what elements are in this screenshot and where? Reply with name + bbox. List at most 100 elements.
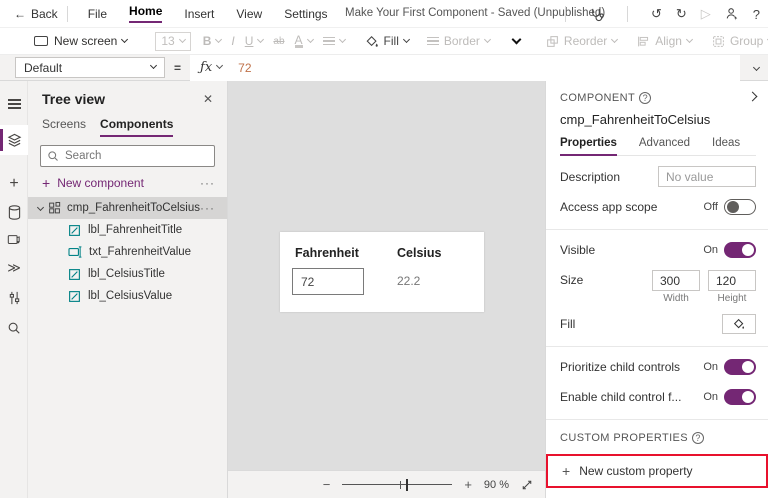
toggle-state-label: Off bbox=[703, 201, 718, 213]
media-icon[interactable] bbox=[0, 225, 28, 255]
redo-icon[interactable]: ↻ bbox=[676, 6, 687, 22]
font-size-select[interactable]: 13 bbox=[155, 31, 191, 51]
menu-settings[interactable]: Settings bbox=[284, 7, 327, 21]
menu-home[interactable]: Home bbox=[129, 4, 163, 23]
fx-button[interactable]: ƒx bbox=[200, 60, 212, 75]
tab-advanced[interactable]: Advanced bbox=[639, 137, 690, 155]
expand-formula-bar-chevron[interactable] bbox=[749, 61, 761, 75]
prioritize-child-controls-toggle[interactable] bbox=[724, 359, 756, 375]
zoom-slider[interactable] bbox=[342, 478, 453, 491]
label-control-icon bbox=[69, 224, 80, 236]
celsius-title-label[interactable]: Celsius bbox=[397, 246, 441, 260]
help-icon[interactable]: ? bbox=[753, 7, 760, 22]
zoom-in-icon[interactable]: + bbox=[464, 477, 472, 492]
power-automate-icon[interactable]: ≫ bbox=[0, 253, 28, 283]
close-icon[interactable]: ✕ bbox=[203, 92, 213, 106]
fill-button[interactable]: Fill bbox=[365, 34, 410, 48]
fill-color-button[interactable] bbox=[722, 314, 756, 334]
fahrenheit-value-input[interactable]: 72 bbox=[292, 268, 364, 295]
canvas[interactable]: Fahrenheit Celsius 72 22.2 − + 90 % bbox=[228, 81, 545, 498]
fahrenheit-title-label[interactable]: Fahrenheit bbox=[295, 246, 359, 260]
tree-item-text: lbl_CelsiusTitle bbox=[88, 268, 165, 280]
app-checker-icon[interactable] bbox=[589, 7, 604, 22]
formula-bar: Default = ƒx 72 bbox=[0, 54, 768, 81]
data-icon[interactable] bbox=[0, 197, 28, 227]
share-user-icon[interactable] bbox=[725, 7, 739, 21]
zoom-out-icon[interactable]: − bbox=[323, 477, 331, 492]
fit-to-window-icon[interactable] bbox=[521, 479, 533, 491]
new-custom-property-button-highlighted[interactable]: + New custom property bbox=[546, 454, 768, 488]
chevron-down-icon bbox=[338, 35, 346, 43]
insert-plus-icon[interactable]: + bbox=[0, 169, 28, 199]
tab-components[interactable]: Components bbox=[100, 117, 174, 137]
help-circle-icon[interactable]: ? bbox=[639, 92, 652, 104]
height-sublabel: Height bbox=[717, 293, 747, 304]
formula-input[interactable]: ƒx 72 bbox=[190, 54, 740, 81]
help-circle-icon[interactable]: ? bbox=[692, 432, 705, 444]
zoom-bar: − + 90 % bbox=[228, 470, 545, 498]
tab-screens[interactable]: Screens bbox=[42, 117, 86, 137]
chevron-down-icon bbox=[611, 35, 619, 43]
more-options-icon[interactable]: ··· bbox=[200, 201, 215, 215]
description-input[interactable]: No value bbox=[658, 166, 756, 187]
divider bbox=[66, 5, 68, 22]
fill-label: Fill bbox=[383, 34, 399, 48]
bold-button[interactable]: B bbox=[202, 34, 223, 48]
preview-play-icon[interactable]: ▷ bbox=[701, 6, 711, 22]
menu-hamburger-icon[interactable] bbox=[0, 89, 28, 119]
tree-item-label-control[interactable]: lbl_CelsiusValue bbox=[28, 285, 227, 307]
reorder-button[interactable]: Reorder bbox=[546, 34, 619, 48]
search-input[interactable] bbox=[65, 150, 185, 162]
text-input-control-icon bbox=[68, 246, 82, 258]
underline-button[interactable]: U bbox=[245, 34, 265, 48]
menu-insert[interactable]: Insert bbox=[184, 7, 214, 21]
align-button[interactable]: Align bbox=[637, 34, 693, 48]
tab-ideas[interactable]: Ideas bbox=[712, 137, 740, 155]
fill-label: Fill bbox=[560, 317, 576, 331]
height-input[interactable]: 120 bbox=[708, 270, 756, 291]
tree-item-component-root[interactable]: cmp_FahrenheitToCelsius ··· bbox=[28, 197, 227, 219]
italic-button[interactable]: I bbox=[231, 34, 234, 48]
menu-view[interactable]: View bbox=[236, 7, 262, 21]
strikethrough-button[interactable]: ab bbox=[273, 36, 284, 47]
collapse-panel-chevron[interactable] bbox=[744, 91, 758, 105]
celsius-value-label[interactable]: 22.2 bbox=[397, 274, 420, 288]
tree-view-icon[interactable] bbox=[0, 125, 28, 155]
tree-search-box[interactable] bbox=[40, 145, 215, 167]
width-input[interactable]: 300 bbox=[652, 270, 700, 291]
search-icon[interactable] bbox=[0, 313, 28, 343]
toggle-state-label: On bbox=[703, 244, 718, 256]
new-screen-button[interactable]: New screen bbox=[34, 34, 129, 48]
chevron-down-icon bbox=[121, 35, 129, 43]
equals-sign: = bbox=[174, 60, 182, 75]
section-divider bbox=[546, 419, 768, 420]
visible-toggle[interactable] bbox=[724, 242, 756, 258]
font-color-button[interactable]: A bbox=[294, 34, 314, 48]
ribbon-toolbar: New screen 13 B I U ab A Fill Border Reo… bbox=[0, 28, 768, 55]
plus-icon: + bbox=[42, 175, 51, 191]
group-button[interactable]: Group bbox=[712, 34, 768, 48]
new-component-button[interactable]: + New component ··· bbox=[28, 167, 227, 197]
custom-properties-header: CUSTOM PROPERTIES bbox=[560, 432, 689, 444]
border-button[interactable]: Border bbox=[426, 34, 491, 48]
text-align-button[interactable] bbox=[322, 35, 346, 48]
new-custom-property-label: New custom property bbox=[579, 464, 693, 478]
tree-item-label-control[interactable]: lbl_FahrenheitTitle bbox=[28, 219, 227, 241]
expand-toolbar-chevron[interactable] bbox=[508, 34, 522, 45]
access-app-scope-toggle[interactable] bbox=[724, 199, 756, 215]
tab-properties[interactable]: Properties bbox=[560, 137, 617, 156]
bold-label: B bbox=[202, 34, 212, 48]
tree-item-textinput-control[interactable]: txt_FahrenheitValue bbox=[28, 241, 227, 263]
tree-item-label-control[interactable]: lbl_CelsiusTitle bbox=[28, 263, 227, 285]
more-options-icon[interactable]: ··· bbox=[200, 176, 215, 190]
chevron-down-icon[interactable] bbox=[36, 201, 45, 215]
property-selector[interactable]: Default bbox=[15, 57, 165, 78]
menu-file[interactable]: File bbox=[88, 7, 107, 21]
advanced-tools-icon[interactable] bbox=[0, 283, 28, 313]
chevron-down-icon bbox=[402, 35, 410, 43]
back-button[interactable]: ← Back bbox=[14, 7, 58, 21]
search-icon bbox=[48, 151, 58, 161]
enable-child-control-toggle[interactable] bbox=[724, 389, 756, 405]
undo-icon[interactable]: ↺ bbox=[651, 6, 662, 22]
component-card[interactable]: Fahrenheit Celsius 72 22.2 bbox=[280, 232, 484, 312]
